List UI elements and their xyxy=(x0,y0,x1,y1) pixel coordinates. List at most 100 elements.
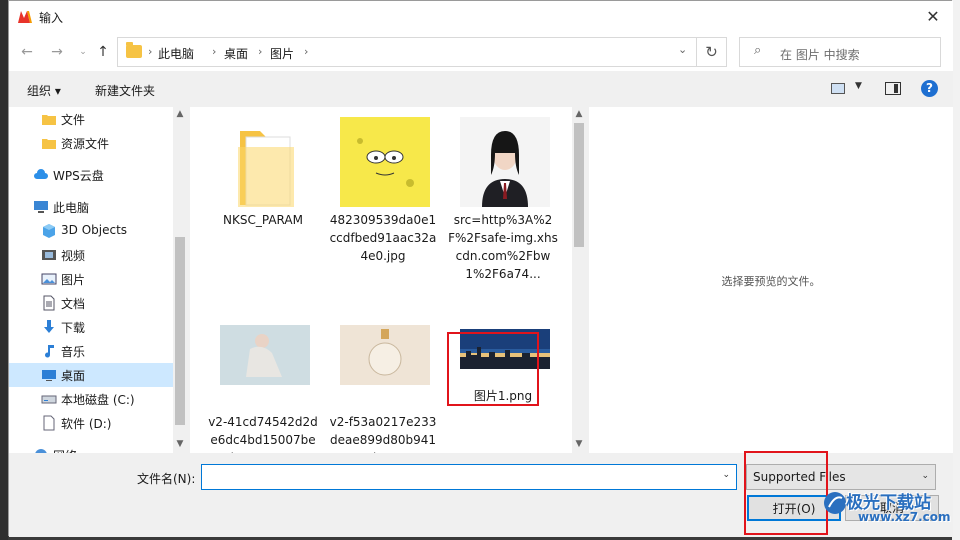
image-thumbnail-portrait xyxy=(460,117,550,207)
filename-input[interactable]: ⌄ xyxy=(201,464,737,490)
new-folder-button[interactable]: 新建文件夹 xyxy=(95,82,155,99)
chevron-down-icon[interactable]: ⌄ xyxy=(921,471,929,481)
computer-icon xyxy=(34,201,48,213)
search-icon: ⌕ xyxy=(754,43,762,58)
background-app-right xyxy=(952,0,960,540)
navigation-pane: 文件 资源文件 WPS云盘 此电脑 3D Objects 视频 图片 文档 下载… xyxy=(9,107,187,453)
refresh-icon[interactable]: ↻ xyxy=(697,37,727,67)
arrow-up-icon[interactable]: ↑ xyxy=(93,42,113,62)
command-bar: 组织 ▾ 新建文件夹 ▼ ? xyxy=(9,71,953,107)
address-bar[interactable]: › 此电脑 › 桌面 › 图片 › ⌄ xyxy=(117,37,697,67)
chevron-down-icon[interactable]: ⌄ xyxy=(73,42,93,62)
image-thumbnail-perfume xyxy=(340,319,430,409)
file-name: src=http%3A%2F%2Fsafe-img.xhscdn.com%2Fb… xyxy=(448,213,558,281)
sidebar-item-resources[interactable]: 资源文件 xyxy=(9,131,173,155)
highlight-box-open xyxy=(744,451,828,535)
file-item[interactable]: v2-41cd74542d2de6dc4bd15007be52d1a8_720w… xyxy=(208,313,318,453)
file-item[interactable]: NKSC_PARAM xyxy=(208,111,318,291)
arrow-right-icon[interactable]: → xyxy=(47,42,67,62)
file-item[interactable]: 482309539da0e1ccdfbed91aac32a4e0.jpg xyxy=(328,111,438,291)
folder-icon xyxy=(238,131,294,207)
search-placeholder: 在 图片 中搜索 xyxy=(780,48,860,62)
image-thumbnail-spongebob xyxy=(340,117,430,207)
file-name: v2-f53a0217e233deae899d80b9416a91ad_720w… xyxy=(329,415,437,453)
window-title: 输入 xyxy=(39,11,64,25)
file-name: NKSC_PARAM xyxy=(223,213,303,227)
view-mode-icon[interactable] xyxy=(831,83,845,94)
title-bar: 输入 ✕ xyxy=(9,1,953,33)
music-icon xyxy=(45,345,54,358)
sidebar-item-label: 下载 xyxy=(61,321,86,335)
watermark-logo: 极光下载站 www.xz7.com xyxy=(818,486,952,536)
sidebar-item-desktop[interactable]: 桌面 xyxy=(9,363,173,387)
file-name: 482309539da0e1ccdfbed91aac32a4e0.jpg xyxy=(329,213,437,263)
cube-icon xyxy=(43,224,55,238)
sidebar-item-label: 桌面 xyxy=(61,369,86,383)
sidebar-item-label: 本地磁盘 (C:) xyxy=(61,393,135,407)
sidebar-item-downloads[interactable]: 下载 xyxy=(9,315,173,339)
highlight-box-image xyxy=(447,332,539,406)
breadcrumb-separator: › xyxy=(258,45,263,58)
folder-icon xyxy=(42,139,56,149)
sidebar-item-pictures[interactable]: 图片 xyxy=(9,267,173,291)
sidebar-item-label: 文件 xyxy=(61,113,86,127)
help-icon[interactable]: ? xyxy=(921,80,938,97)
sidebar-item-this-pc[interactable]: 此电脑 xyxy=(9,195,173,219)
file-name: v2-41cd74542d2de6dc4bd15007be52d1a8_720w… xyxy=(208,415,318,453)
breadcrumb-this-pc[interactable]: 此电脑 xyxy=(158,45,194,62)
video-icon xyxy=(42,250,56,260)
breadcrumb-separator: › xyxy=(304,45,309,58)
sidebar-item-music[interactable]: 音乐 xyxy=(9,339,173,363)
organize-button[interactable]: 组织 ▾ xyxy=(27,82,61,99)
breadcrumb-separator: › xyxy=(148,45,153,58)
scrollbar-thumb[interactable] xyxy=(574,123,584,247)
chevron-down-icon[interactable]: ▼ xyxy=(173,439,187,449)
preview-pane-icon[interactable] xyxy=(885,82,901,95)
search-input[interactable]: ⌕ 在 图片 中搜索 xyxy=(739,37,941,67)
sidebar-scrollbar[interactable]: ▲ ▼ xyxy=(173,107,187,453)
file-item[interactable]: v2-f53a0217e233deae899d80b9416a91ad_720w… xyxy=(328,313,438,453)
breadcrumb-separator: › xyxy=(212,45,217,58)
sidebar-item-videos[interactable]: 视频 xyxy=(9,243,173,267)
file-item[interactable]: src=http%3A%2F%2Fsafe-img.xhscdn.com%2Fb… xyxy=(448,111,558,291)
image-thumbnail-woman xyxy=(220,319,310,409)
breadcrumb-pictures[interactable]: 图片 xyxy=(270,45,294,62)
sidebar-item-network[interactable]: 网络 xyxy=(9,443,173,453)
breadcrumb-desktop[interactable]: 桌面 xyxy=(224,45,248,62)
sidebar-item-wps-cloud[interactable]: WPS云盘 xyxy=(9,163,173,187)
chevron-down-icon[interactable]: ▼ xyxy=(572,439,586,449)
watermark-url: www.xz7.com xyxy=(858,510,951,524)
wps-logo-icon xyxy=(18,11,32,23)
sidebar-item-drive-c[interactable]: 本地磁盘 (C:) xyxy=(9,387,173,411)
background-app-left xyxy=(0,0,8,540)
open-file-dialog: 输入 ✕ ← → ⌄ ↑ › 此电脑 › 桌面 › 图片 › ⌄ ↻ ⌕ 在 图… xyxy=(8,0,953,537)
chevron-up-icon[interactable]: ▲ xyxy=(173,109,187,119)
sidebar-item-drive-d[interactable]: 软件 (D:) xyxy=(9,411,173,435)
sidebar-item-wenjian[interactable]: 文件 xyxy=(9,107,173,131)
sidebar-item-3d-objects[interactable]: 3D Objects xyxy=(9,219,173,243)
sidebar-item-label: 音乐 xyxy=(61,345,86,359)
drive-icon xyxy=(41,395,57,404)
desktop-icon xyxy=(42,370,56,381)
download-icon xyxy=(44,320,54,333)
preview-message: 选择要预览的文件。 xyxy=(721,275,821,288)
arrow-left-icon[interactable]: ← xyxy=(17,42,37,62)
address-row: ← → ⌄ ↑ › 此电脑 › 桌面 › 图片 › ⌄ ↻ ⌕ 在 图片 中搜索 xyxy=(9,33,953,71)
chevron-up-icon[interactable]: ▲ xyxy=(572,109,586,119)
preview-pane: 选择要预览的文件。 xyxy=(589,107,953,453)
folder-icon xyxy=(42,115,56,125)
sidebar-item-label: 3D Objects xyxy=(61,223,128,237)
sidebar-item-documents[interactable]: 文档 xyxy=(9,291,173,315)
document-icon xyxy=(43,295,55,311)
close-icon[interactable]: ✕ xyxy=(921,5,945,29)
sidebar-item-label: 文档 xyxy=(61,297,86,311)
watermark-icon xyxy=(824,492,846,514)
folder-icon xyxy=(126,42,142,58)
scrollbar-thumb[interactable] xyxy=(175,237,185,425)
chevron-down-icon[interactable]: ⌄ xyxy=(722,470,730,480)
sidebar-item-label: 此电脑 xyxy=(53,201,90,215)
caret-down-icon[interactable]: ▼ xyxy=(855,81,862,91)
file-list-scrollbar[interactable]: ▲ ▼ xyxy=(572,107,586,453)
cloud-icon xyxy=(34,169,48,179)
chevron-down-icon[interactable]: ⌄ xyxy=(678,43,687,56)
